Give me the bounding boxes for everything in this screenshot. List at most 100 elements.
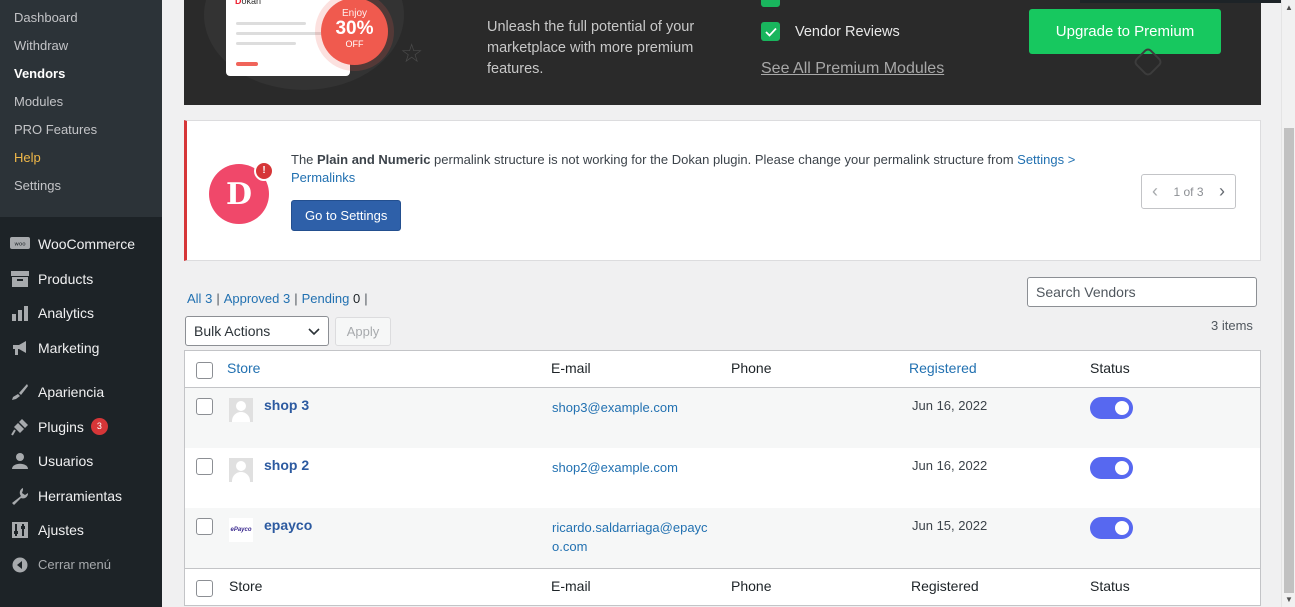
notice-pager: ‹ 1 of 3 ›	[1141, 174, 1236, 209]
vendor-email-link[interactable]: shop2@example.com	[552, 458, 714, 477]
menu-item-products[interactable]: Products	[0, 262, 162, 297]
bar-chart-icon	[10, 303, 30, 323]
bulk-actions-select[interactable]: Bulk Actions	[185, 316, 329, 346]
vendor-registered-date: Jun 15, 2022	[912, 518, 988, 533]
star-decoration-icon: ☆	[400, 38, 424, 68]
row-checkbox[interactable]	[196, 518, 213, 535]
menu-label: Marketing	[38, 339, 100, 356]
items-count: 3 items	[1211, 318, 1253, 333]
scroll-up-icon[interactable]: ▲	[1285, 3, 1293, 12]
submenu-vendors[interactable]: Vendors	[0, 64, 162, 92]
collapse-menu-button[interactable]: Cerrar menú	[0, 548, 162, 583]
submenu-modules[interactable]: Modules	[0, 92, 162, 120]
vendor-store-link[interactable]: shop 2	[264, 457, 309, 473]
column-email-footer: E-mail	[551, 578, 591, 594]
menu-item-herramientas[interactable]: Herramientas	[0, 479, 162, 514]
row-checkbox[interactable]	[196, 398, 213, 415]
plugin-icon	[10, 417, 30, 437]
permalink-notice: D ! The Plain and Numeric permalink stru…	[184, 120, 1261, 261]
notice-pager-label: 1 of 3	[1173, 184, 1204, 199]
premium-module-item: Vendor Reviews	[761, 22, 900, 41]
apply-button[interactable]: Apply	[335, 317, 391, 346]
table-footer: Store E-mail Phone Registered Status	[185, 568, 1260, 605]
filter-all[interactable]: All 3	[187, 291, 212, 306]
menu-item-plugins[interactable]: Plugins 3	[0, 410, 162, 445]
paintbrush-icon	[10, 382, 30, 402]
vendor-store-link[interactable]: epayco	[264, 517, 312, 533]
go-to-settings-button[interactable]: Go to Settings	[291, 200, 402, 231]
discount-badge: Enjoy 30% OFF	[321, 0, 388, 65]
menu-item-ajustes[interactable]: Ajustes	[0, 513, 162, 548]
vendor-store-link[interactable]: shop 3	[264, 397, 309, 413]
see-all-modules-link[interactable]: See All Premium Modules	[761, 60, 944, 78]
table-header: Store E-mail Phone Registered Status	[185, 351, 1260, 388]
menu-item-marketing[interactable]: Marketing	[0, 331, 162, 366]
select-all-checkbox[interactable]	[196, 362, 213, 379]
column-email-header: E-mail	[551, 360, 591, 376]
column-registered-header[interactable]: Registered	[909, 360, 977, 376]
select-all-checkbox-footer[interactable]	[196, 580, 213, 597]
menu-label: Herramientas	[38, 487, 123, 504]
vendor-email-link[interactable]: shop3@example.com	[552, 398, 714, 417]
premium-banner: Dokan Enjoy 30% OFF ☆ Unleash the full p…	[184, 0, 1261, 105]
column-store-footer: Store	[229, 578, 263, 594]
column-registered-footer: Registered	[911, 578, 979, 594]
prev-notice-icon[interactable]: ‹	[1152, 181, 1158, 202]
scroll-down-icon[interactable]: ▼	[1285, 595, 1293, 604]
column-status-footer: Status	[1090, 578, 1130, 594]
admin-sidebar: Dashboard Withdraw Vendors Modules PRO F…	[0, 0, 162, 607]
vendor-status-toggle[interactable]	[1090, 397, 1133, 419]
next-notice-icon[interactable]: ›	[1219, 181, 1225, 202]
upgrade-premium-button[interactable]: Upgrade to Premium	[1029, 9, 1221, 54]
notice-message: The Plain and Numeric permalink structur…	[291, 152, 1076, 185]
menu-label: Ajustes	[38, 522, 84, 539]
megaphone-icon	[10, 338, 30, 358]
vendor-status-toggle[interactable]	[1090, 457, 1133, 479]
menu-item-analytics[interactable]: Analytics	[0, 296, 162, 331]
top-edge	[1080, 0, 1295, 3]
menu-label: WooCommerce	[38, 236, 135, 253]
filter-approved[interactable]: Approved 3	[224, 291, 291, 306]
submenu-withdraw[interactable]: Withdraw	[0, 36, 162, 64]
menu-label: Analytics	[38, 305, 95, 322]
dokan-submenu: Dashboard Withdraw Vendors Modules PRO F…	[0, 0, 162, 217]
column-phone-header: Phone	[731, 360, 772, 376]
collapse-label: Cerrar menú	[38, 557, 111, 573]
vendor-status-toggle[interactable]	[1090, 517, 1133, 539]
page-scrollbar[interactable]: ▲ ▼	[1281, 0, 1295, 607]
svg-text:woo: woo	[14, 242, 26, 248]
submenu-dashboard[interactable]: Dashboard	[0, 8, 162, 36]
submenu-settings[interactable]: Settings	[0, 176, 162, 204]
table-row: ePayco epayco ricardo.saldarriaga@epayco…	[185, 508, 1260, 568]
menu-label: Apariencia	[38, 384, 105, 401]
menu-item-woocommerce[interactable]: woo WooCommerce	[0, 227, 162, 262]
column-store-header[interactable]: Store	[227, 360, 260, 376]
vendor-avatar: ePayco	[229, 518, 253, 542]
search-vendors-input[interactable]	[1027, 277, 1257, 307]
menu-item-apariencia[interactable]: Apariencia	[0, 375, 162, 410]
status-filters: All 3 | Approved 3 | Pending 0 |	[187, 291, 368, 306]
warning-icon: !	[254, 161, 274, 181]
chevron-down-icon	[308, 323, 320, 339]
check-icon	[761, 22, 780, 41]
archive-icon	[10, 269, 30, 289]
submenu-help[interactable]: Help	[0, 148, 162, 176]
vendors-table: Store E-mail Phone Registered Status sho…	[184, 350, 1261, 606]
menu-label: Usuarios	[38, 453, 94, 470]
menu-item-usuarios[interactable]: Usuarios	[0, 444, 162, 479]
dokan-mini-logo: Dokan	[232, 0, 265, 6]
vendor-registered-date: Jun 16, 2022	[912, 458, 988, 473]
banner-description: Unleash the full potential of your marke…	[487, 19, 695, 77]
collapse-arrow-icon	[10, 555, 30, 575]
filter-pending[interactable]: Pending 0	[302, 291, 361, 306]
column-status-header: Status	[1090, 360, 1130, 376]
submenu-pro-features[interactable]: PRO Features	[0, 120, 162, 148]
table-row: shop 2 shop2@example.com Jun 16, 2022	[185, 448, 1260, 508]
row-checkbox[interactable]	[196, 458, 213, 475]
vendor-email-link[interactable]: ricardo.saldarriaga@epayco.com	[552, 518, 714, 556]
table-row: shop 3 shop3@example.com Jun 16, 2022	[185, 388, 1260, 448]
scrollbar-thumb[interactable]	[1284, 128, 1294, 593]
user-icon	[10, 451, 30, 471]
settings-icon	[10, 520, 30, 540]
woo-icon: woo	[10, 234, 30, 254]
